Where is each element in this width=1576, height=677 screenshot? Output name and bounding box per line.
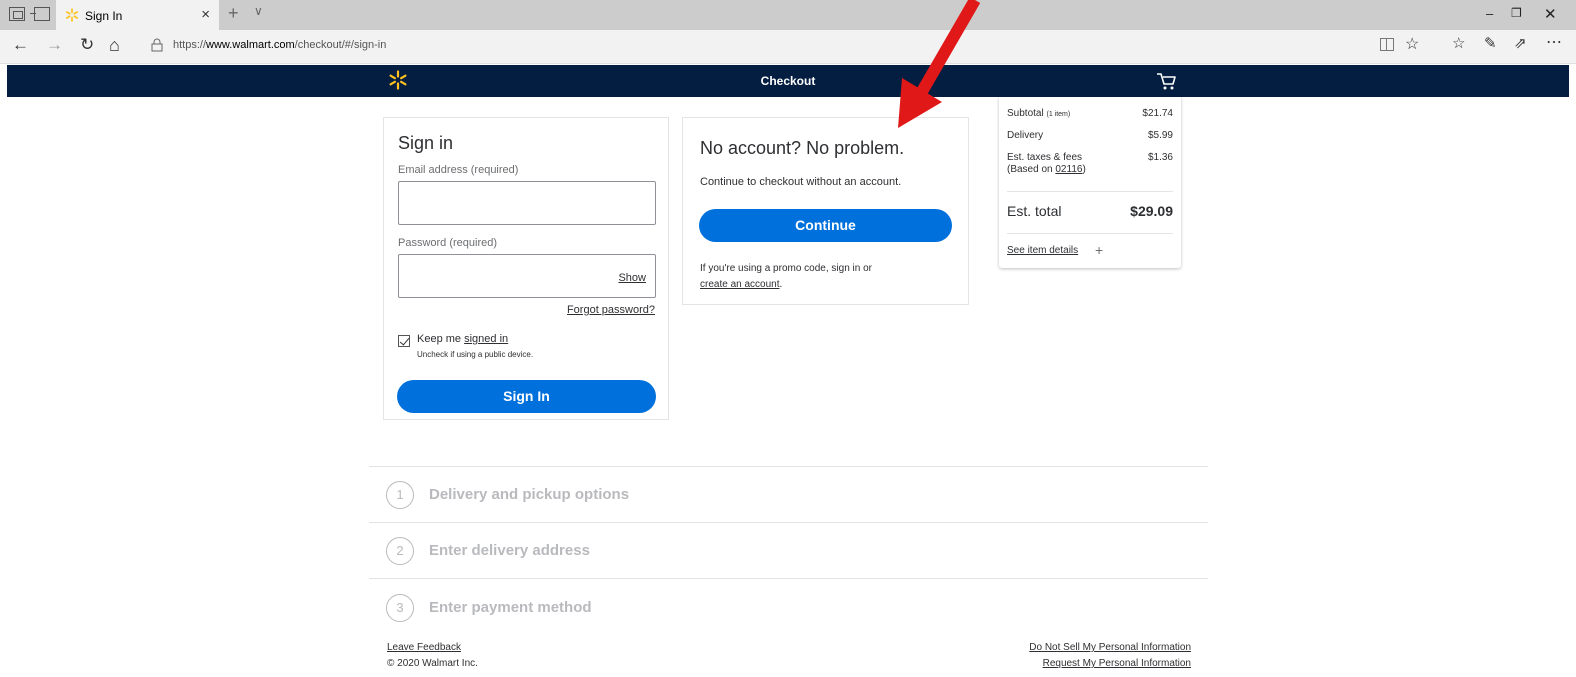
keep-signed-in-hint: Uncheck if using a public device.	[417, 350, 534, 359]
signin-card: Sign in Email address (required) Passwor…	[383, 117, 669, 420]
window-maximize-button[interactable]: ❐	[1511, 6, 1522, 20]
subtotal-value: $21.74	[1142, 108, 1173, 119]
leave-feedback-link[interactable]: Leave Feedback	[387, 642, 461, 653]
favorites-list-icon[interactable]: ☆	[1452, 34, 1465, 52]
walmart-spark-icon	[65, 8, 79, 22]
taxes-value: $1.36	[1147, 152, 1173, 163]
keep-signed-in-checkbox[interactable]	[398, 335, 410, 347]
total-value: $29.09	[1130, 203, 1173, 219]
email-label: Email address (required)	[398, 164, 519, 176]
address-bar-row: ← → ↻ ⌂ https://www.walmart.com/checkout…	[0, 30, 1576, 64]
checkout-header: Checkout	[7, 65, 1569, 97]
divider	[369, 578, 1208, 579]
window-close-button[interactable]: ✕	[1544, 5, 1557, 23]
back-icon[interactable]: ←	[12, 35, 29, 55]
step-number: 3	[386, 594, 414, 622]
reading-view-icon[interactable]	[1380, 38, 1394, 51]
tab-close-icon[interactable]: ×	[201, 6, 210, 23]
divider	[1007, 233, 1173, 234]
divider	[369, 522, 1208, 523]
guest-subtitle: Continue to checkout without an account.	[700, 176, 902, 188]
forward-icon[interactable]: →	[46, 35, 63, 55]
zip-code-link[interactable]: 02116	[1055, 164, 1082, 175]
annotation-arrow	[898, 0, 981, 128]
copyright-text: © 2020 Walmart Inc.	[387, 658, 478, 669]
delivery-row: Delivery $5.99	[1007, 130, 1173, 141]
refresh-icon[interactable]: ↻	[80, 35, 94, 55]
guest-heading: No account? No problem.	[700, 138, 905, 158]
set-aside-tabs-icon[interactable]	[30, 7, 50, 21]
order-summary: Subtotal (1 item) $21.74 Delivery $5.99 …	[999, 97, 1181, 268]
step-delivery-options: Delivery and pickup options	[429, 486, 630, 503]
forgot-password-link[interactable]: Forgot password?	[567, 304, 655, 316]
browser-tab[interactable]: Sign In ×	[56, 0, 219, 30]
favorite-star-icon[interactable]: ☆	[1405, 34, 1419, 54]
sign-in-button[interactable]: Sign In	[397, 380, 656, 413]
step-number: 2	[386, 537, 414, 565]
notes-pen-icon[interactable]: ✎	[1484, 34, 1497, 52]
delivery-value: $5.99	[1147, 130, 1173, 141]
divider	[369, 466, 1208, 467]
divider	[1007, 191, 1173, 192]
taxes-row: Est. taxes & fees (Based on 02116) $1.36	[1007, 152, 1173, 175]
promo-note: If you're using a promo code, sign in or…	[700, 263, 873, 290]
page-title: Checkout	[760, 74, 816, 88]
lock-icon	[151, 38, 163, 52]
home-icon[interactable]: ⌂	[109, 35, 120, 56]
do-not-sell-link[interactable]: Do Not Sell My Personal Information	[1011, 642, 1191, 653]
see-item-details-link[interactable]: See item details	[1007, 245, 1078, 256]
tab-title: Sign In	[85, 9, 123, 23]
plus-icon[interactable]: +	[1095, 242, 1103, 258]
create-account-link[interactable]: create an account	[700, 279, 780, 290]
step-delivery-address: Enter delivery address	[429, 542, 590, 559]
email-field[interactable]	[398, 181, 656, 225]
password-field[interactable]: Show	[398, 254, 656, 298]
new-tab-button[interactable]: +	[228, 3, 239, 24]
show-password-link[interactable]: Show	[618, 272, 646, 284]
tab-menu-chevron-icon[interactable]: ∨	[254, 4, 263, 18]
request-info-link[interactable]: Request My Personal Information	[1011, 658, 1191, 669]
continue-button[interactable]: Continue	[699, 209, 952, 242]
window-minimize-button[interactable]: –	[1486, 6, 1493, 21]
subtotal-row: Subtotal (1 item) $21.74	[1007, 108, 1173, 119]
step-number: 1	[386, 481, 414, 509]
password-label: Password (required)	[398, 237, 498, 249]
cart-icon[interactable]	[1155, 71, 1177, 91]
url-text: https://www.walmart.com/checkout/#/sign-…	[173, 39, 387, 51]
signin-heading: Sign in	[398, 133, 454, 153]
keep-signed-in-label: Keep me signed in	[417, 333, 509, 345]
tab-preview-icon[interactable]	[9, 7, 25, 21]
total-row: Est. total $29.09	[1007, 203, 1173, 219]
url-field[interactable]: https://www.walmart.com/checkout/#/sign-…	[143, 35, 1403, 57]
more-icon[interactable]: ⋯	[1546, 32, 1562, 52]
step-payment-method: Enter payment method	[429, 599, 592, 616]
share-icon[interactable]: ⇗	[1514, 34, 1527, 52]
guest-checkout-card: No account? No problem. Continue to chec…	[682, 117, 969, 305]
browser-tab-bar: Sign In × + ∨ – ❐ ✕	[0, 0, 1576, 30]
signed-in-link[interactable]: signed in	[464, 333, 508, 345]
